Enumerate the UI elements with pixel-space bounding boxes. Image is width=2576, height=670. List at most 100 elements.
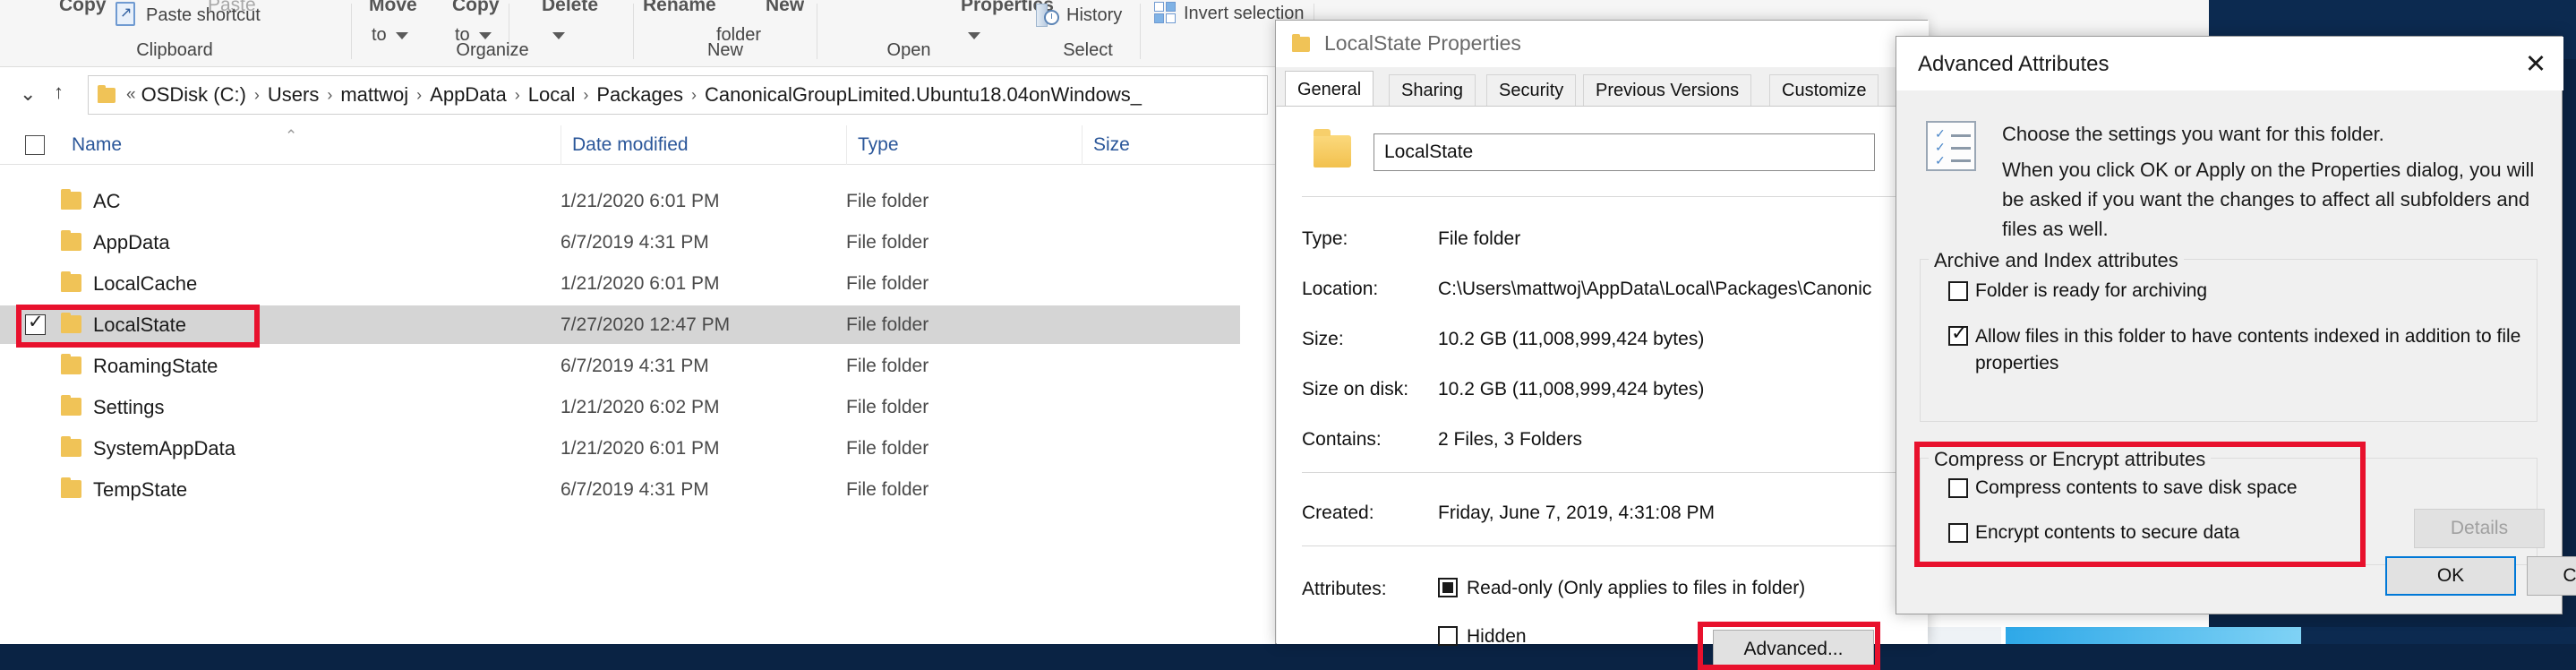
hidden-label: Hidden: [1467, 626, 1527, 647]
compress-encrypt-group-label: Compress or Encrypt attributes: [1929, 448, 2212, 471]
file-type: File folder: [846, 355, 929, 376]
cancel-button[interactable]: Cancel: [2527, 556, 2576, 596]
file-type: File folder: [846, 396, 929, 417]
field-value-size: 10.2 GB (11,008,999,424 bytes): [1438, 329, 1705, 349]
file-date-modified: 6/7/2019 4:31 PM: [561, 231, 709, 253]
file-date-modified: 6/7/2019 4:31 PM: [561, 478, 709, 500]
readonly-label: Read-only (Only applies to files in fold…: [1467, 578, 1806, 598]
table-row[interactable]: AppData 6/7/2019 4:31 PM File folder: [0, 223, 1240, 262]
tab-customize[interactable]: Customize: [1769, 74, 1879, 107]
folder-icon: [61, 354, 81, 374]
field-label-attributes: Attributes:: [1302, 579, 1387, 599]
encrypt-checkbox[interactable]: [1948, 523, 1968, 543]
advanced-titlebar[interactable]: Advanced Attributes ✕: [1896, 37, 2563, 90]
ribbon-group-organize-label: Organize: [456, 40, 529, 60]
file-date-modified: 1/21/2020 6:01 PM: [561, 272, 720, 294]
column-header-date-modified[interactable]: Date modified: [561, 125, 846, 165]
table-row[interactable]: LocalCache 1/21/2020 6:01 PM File folder: [0, 264, 1240, 303]
field-value-size-on-disk: 10.2 GB (11,008,999,424 bytes): [1438, 379, 1705, 399]
breadcrumb-separator: ›: [514, 85, 520, 104]
column-header-size[interactable]: Size: [1082, 125, 1261, 165]
tab-security[interactable]: Security: [1486, 74, 1577, 107]
advanced-button[interactable]: Advanced...: [1713, 630, 1874, 669]
readonly-checkbox[interactable]: [1438, 578, 1458, 597]
advanced-intro-line2: When you click OK or Apply on the Proper…: [2002, 159, 2535, 240]
up-one-level-icon[interactable]: ↑: [54, 81, 64, 104]
folder-icon-large: [1314, 129, 1351, 168]
ribbon-group-select: Select: [1003, 0, 1173, 67]
ok-button[interactable]: OK: [2385, 556, 2516, 596]
row-checkbox[interactable]: [25, 311, 46, 335]
breadcrumb-item-local[interactable]: Local: [526, 83, 578, 107]
column-header-name[interactable]: Name: [61, 125, 561, 165]
recent-locations-chevron-down-icon[interactable]: ⌄: [20, 82, 36, 106]
field-label-location: Location:: [1302, 279, 1379, 299]
select-all-checkbox[interactable]: [25, 135, 45, 155]
breadcrumb-folder-icon: [98, 84, 116, 103]
allow-index-checkbox[interactable]: [1948, 322, 1968, 346]
table-row[interactable]: Settings 1/21/2020 6:02 PM File folder: [0, 388, 1240, 426]
field-value-created: Friday, June 7, 2019, 4:31:08 PM: [1438, 502, 1715, 523]
tab-sharing[interactable]: Sharing: [1389, 74, 1476, 107]
tab-general[interactable]: General: [1285, 71, 1374, 107]
file-name: LocalCache: [93, 271, 198, 295]
compress-checkbox[interactable]: [1948, 478, 1968, 498]
table-row[interactable]: AC 1/21/2020 6:01 PM File folder: [0, 182, 1240, 220]
breadcrumb-separator: ›: [691, 85, 697, 104]
file-name: Settings: [93, 395, 165, 418]
folder-icon: [61, 189, 81, 210]
breadcrumb-item-canonical[interactable]: CanonicalGroupLimited.Ubuntu18.04onWindo…: [703, 83, 1143, 107]
file-name: AC: [93, 189, 121, 212]
hidden-checkbox[interactable]: [1438, 626, 1458, 646]
tab-previous-versions[interactable]: Previous Versions: [1583, 74, 1752, 107]
ribbon-group-open-label: Open: [886, 40, 931, 60]
ribbon-group-select-label: Select: [1063, 40, 1113, 60]
field-label-size: Size:: [1302, 329, 1344, 349]
advanced-title: Advanced Attributes: [1918, 52, 2110, 76]
folder-icon: [61, 313, 81, 333]
breadcrumb-overflow-icon[interactable]: «: [123, 85, 140, 105]
breadcrumb-item-osdisk[interactable]: OSDisk (C:): [140, 83, 248, 107]
folder-icon: [61, 271, 81, 292]
settings-list-icon: ✓ ✓ ✓: [1926, 121, 1976, 171]
table-row[interactable]: RoamingState 6/7/2019 4:31 PM File folde…: [0, 347, 1240, 385]
ribbon-group-organize: Organize: [354, 0, 631, 67]
breadcrumb-item-packages[interactable]: Packages: [595, 83, 685, 107]
folder-icon: [61, 395, 81, 416]
folder-icon: [61, 230, 81, 251]
file-date-modified: 1/21/2020 6:02 PM: [561, 396, 720, 417]
breadcrumb[interactable]: « OSDisk (C:) › Users › mattwoj › AppDat…: [88, 75, 1268, 115]
file-name: SystemAppData: [93, 436, 235, 460]
table-row[interactable]: TempState 6/7/2019 4:31 PM File folder: [0, 470, 1240, 509]
field-value-type: File folder: [1438, 228, 1521, 249]
advanced-intro-line1: Choose the settings you want for this fo…: [2002, 123, 2384, 145]
file-name: RoamingState: [93, 354, 218, 377]
field-label-size-on-disk: Size on disk:: [1302, 379, 1409, 399]
field-label-type: Type:: [1302, 228, 1348, 249]
table-row[interactable]: LocalState 7/27/2020 12:47 PM File folde…: [0, 305, 1240, 344]
file-name: TempState: [93, 477, 188, 501]
breadcrumb-item-users[interactable]: Users: [266, 83, 321, 107]
breadcrumb-item-mattwoj[interactable]: mattwoj: [338, 83, 410, 107]
close-icon[interactable]: ✕: [2508, 37, 2563, 90]
properties-titlebar[interactable]: LocalState Properties ✕: [1276, 21, 1929, 67]
properties-tabstrip: General Sharing Security Previous Versio…: [1276, 67, 1929, 107]
folder-name-input[interactable]: LocalState: [1374, 133, 1875, 171]
field-label-contains: Contains:: [1302, 429, 1382, 450]
file-name: LocalState: [93, 313, 186, 336]
column-header-type[interactable]: Type: [846, 125, 1082, 165]
breadcrumb-item-appdata[interactable]: AppData: [428, 83, 509, 107]
archive-ready-checkbox[interactable]: [1948, 281, 1968, 301]
ribbon-group-clipboard: Clipboard: [0, 0, 349, 67]
folder-icon: [1292, 34, 1310, 52]
allow-index-label: Allow files in this folder to have conte…: [1975, 326, 2521, 374]
table-row[interactable]: SystemAppData 1/21/2020 6:01 PM File fol…: [0, 429, 1240, 468]
file-type: File folder: [846, 231, 929, 253]
file-date-modified: 1/21/2020 6:01 PM: [561, 437, 720, 459]
ribbon-group-new: New: [636, 0, 815, 67]
field-label-created: Created:: [1302, 502, 1374, 523]
encrypt-label: Encrypt contents to secure data: [1975, 522, 2240, 543]
localstate-properties-dialog: LocalState Properties ✕ General Sharing …: [1275, 20, 1929, 669]
advanced-attributes-dialog: Advanced Attributes ✕ ✓ ✓ ✓ Choose the s…: [1896, 36, 2576, 614]
folder-icon: [61, 436, 81, 457]
